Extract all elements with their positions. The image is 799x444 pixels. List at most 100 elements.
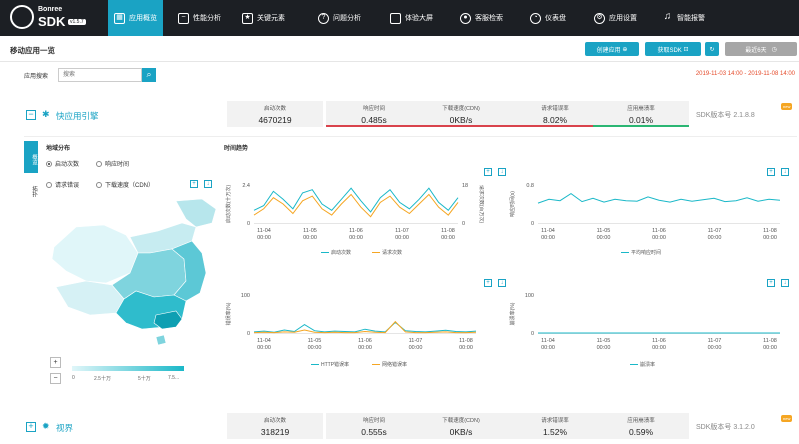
download-icon[interactable]: ↓ — [498, 168, 506, 176]
refresh-button[interactable]: ↻ — [705, 42, 719, 56]
x-tick-label: 00:00 — [395, 235, 409, 241]
y-tick-label: 0.8 — [526, 183, 534, 189]
nav-item-big-screen[interactable]: 体验大屏 — [384, 0, 439, 36]
zoom-in-button[interactable]: + — [50, 357, 61, 368]
legend-tick: 7.5... — [168, 375, 180, 381]
stat-value: 318219 — [260, 427, 290, 437]
trend-chart-3[interactable]: 错误率(%)010011-0400:0011-0500:0011-0600:00… — [224, 287, 484, 357]
download-icon[interactable]: ↓ — [498, 279, 506, 287]
map-legend-bar[interactable] — [72, 366, 184, 371]
stat-value: 0KB/s — [449, 427, 473, 437]
nav-label: 应用设置 — [609, 15, 637, 22]
plus-circle-icon: ⊕ — [622, 46, 628, 53]
detail-panel: 概览 拓扑 地域分布 启动次数 响应时间 请求错误 下载速度（CDN） + ↓ … — [24, 136, 797, 392]
tab-topology[interactable]: 拓扑 — [24, 173, 38, 205]
brand-logo[interactable]: Bonree SDK v1.5.7 — [10, 5, 92, 31]
nav-label: 性能分析 — [193, 15, 221, 22]
expand-icon[interactable]: + — [484, 279, 492, 287]
radio-launches[interactable]: 启动次数 — [46, 159, 79, 168]
nav-item-settings[interactable]: ⚙ 应用设置 — [588, 0, 643, 36]
stat-launches[interactable]: 启动次数 4670219 — [227, 101, 323, 127]
legend-item[interactable]: 请求次数 — [372, 249, 402, 256]
app-name[interactable]: 视界 — [56, 422, 73, 434]
nav-item-dashboard[interactable]: ◔ 仪表盘 — [524, 0, 572, 36]
legend-swatch — [311, 363, 319, 366]
nav-item-performance[interactable]: ~ 性能分析 — [172, 0, 227, 36]
stat-response-time[interactable]: 响应时间 0.485s — [326, 101, 422, 127]
stat-request-error[interactable]: 请求错误率 1.52% — [507, 413, 603, 439]
stat-value: 8.02% — [542, 115, 568, 125]
nav-item-alerts[interactable]: ♫ 智能报警 — [656, 0, 711, 36]
china-map[interactable] — [46, 197, 226, 357]
create-app-label: 创建应用 — [596, 47, 621, 54]
radio-response[interactable]: 响应时间 — [96, 159, 129, 168]
expand-icon[interactable]: + — [190, 180, 198, 188]
grid-icon: ▦ — [114, 12, 125, 24]
x-tick-label: 11-07 — [708, 228, 722, 234]
new-badge: new — [781, 415, 793, 422]
download-icon[interactable]: ↓ — [204, 180, 212, 188]
trend-chart-1[interactable]: 启动次数(十万次)02.4 请求次数(百万次)01811-0400:0011-05… — [224, 177, 484, 247]
gauge-icon: ◔ — [530, 12, 541, 24]
search-button[interactable]: ⌕ — [142, 68, 156, 82]
stat-value: 1.52% — [542, 427, 568, 437]
stat-label: 启动次数 — [263, 418, 286, 424]
series-line[interactable] — [537, 192, 781, 204]
x-tick-label: 00:00 — [257, 345, 271, 351]
stat-download-speed[interactable]: 下载速度(CDN) 0KB/s — [413, 101, 509, 127]
series-line[interactable] — [253, 321, 477, 333]
series-line[interactable] — [253, 193, 459, 218]
legend-item[interactable]: 网络错误率 — [372, 361, 407, 368]
nav-item-customer-search[interactable]: ● 客服检索 — [454, 0, 509, 36]
radio-request-error[interactable]: 请求错误 — [46, 180, 79, 189]
nav-item-key-elements[interactable]: ★ 关键元素 — [236, 0, 291, 36]
stat-launches[interactable]: 启动次数 318219 — [227, 413, 323, 439]
stat-value: 4670219 — [258, 115, 292, 125]
stat-response-time[interactable]: 响应时间 0.555s — [326, 413, 422, 439]
map-region-northwest[interactable] — [51, 224, 139, 284]
map-region-hainan[interactable] — [155, 334, 167, 346]
collapse-icon[interactable]: − — [26, 110, 36, 120]
y-axis-label: 崩溃率(%) — [509, 302, 516, 325]
trend-chart-4[interactable]: 崩溃率(%)010011-0400:0011-0500:0011-0600:00… — [508, 287, 788, 357]
legend-item[interactable]: 崩溃率 — [630, 361, 655, 368]
legend-item[interactable]: 平均响应时间 — [621, 249, 661, 256]
top-nav: Bonree SDK v1.5.7 ▦ 应用概览 ~ 性能分析 ★ 关键元素 ? 问题分… — [0, 0, 799, 36]
stat-request-error[interactable]: 请求错误率 8.02% — [507, 101, 603, 127]
get-sdk-button[interactable]: 获取SDK ⊡ — [645, 42, 701, 56]
app-name[interactable]: 快应用引擎 — [56, 110, 99, 122]
new-badge: new — [781, 103, 793, 110]
expand-icon[interactable]: + — [767, 279, 775, 287]
legend-label: 请求次数 — [382, 250, 403, 256]
stat-value: 0.555s — [361, 427, 387, 437]
legend-swatch — [630, 363, 638, 366]
search-bar: 应用搜索 ⌕ 2019-11-03 14:00 - 2019-11-08 14:… — [0, 62, 799, 88]
trend-chart-2[interactable]: 响应时间(s)00.811-0400:0011-0500:0011-0600:0… — [508, 177, 788, 247]
nav-item-problems[interactable]: ? 问题分析 — [312, 0, 367, 36]
y-axis-label: 响应时间(s) — [509, 191, 516, 217]
expand-icon[interactable]: + — [767, 168, 775, 176]
stat-crash-rate[interactable]: 应用崩溃率 0.01% — [593, 101, 689, 127]
x-tick-label: 11-04 — [541, 228, 555, 234]
legend-item[interactable]: HTTP错误率 — [311, 361, 349, 368]
radio-label: 下载速度（CDN） — [105, 183, 154, 189]
nav-item-overview[interactable]: ▦ 应用概览 — [108, 0, 163, 36]
monitor-icon — [390, 12, 401, 24]
x-tick-label: 00:00 — [303, 235, 317, 241]
expand-icon[interactable]: + — [26, 422, 36, 432]
tab-overview[interactable]: 概览 — [24, 141, 38, 173]
download-icon: ⊡ — [683, 46, 689, 53]
search-input[interactable] — [58, 68, 142, 82]
time-range-button[interactable]: 最近6天 ◷ — [725, 42, 797, 56]
zoom-out-button[interactable]: − — [50, 373, 61, 384]
stat-download-speed[interactable]: 下载速度(CDN) 0KB/s — [413, 413, 509, 439]
create-app-button[interactable]: 创建应用 ⊕ — [585, 42, 639, 56]
x-tick-label: 00:00 — [541, 345, 555, 351]
download-icon[interactable]: ↓ — [781, 168, 789, 176]
radio-download[interactable]: 下载速度（CDN） — [96, 180, 154, 189]
download-icon[interactable]: ↓ — [781, 279, 789, 287]
stat-crash-rate[interactable]: 应用崩溃率 0.59% — [593, 413, 689, 439]
expand-icon[interactable]: + — [484, 168, 492, 176]
x-tick-label: 00:00 — [459, 345, 473, 351]
legend-item[interactable]: 启动次数 — [321, 249, 351, 256]
